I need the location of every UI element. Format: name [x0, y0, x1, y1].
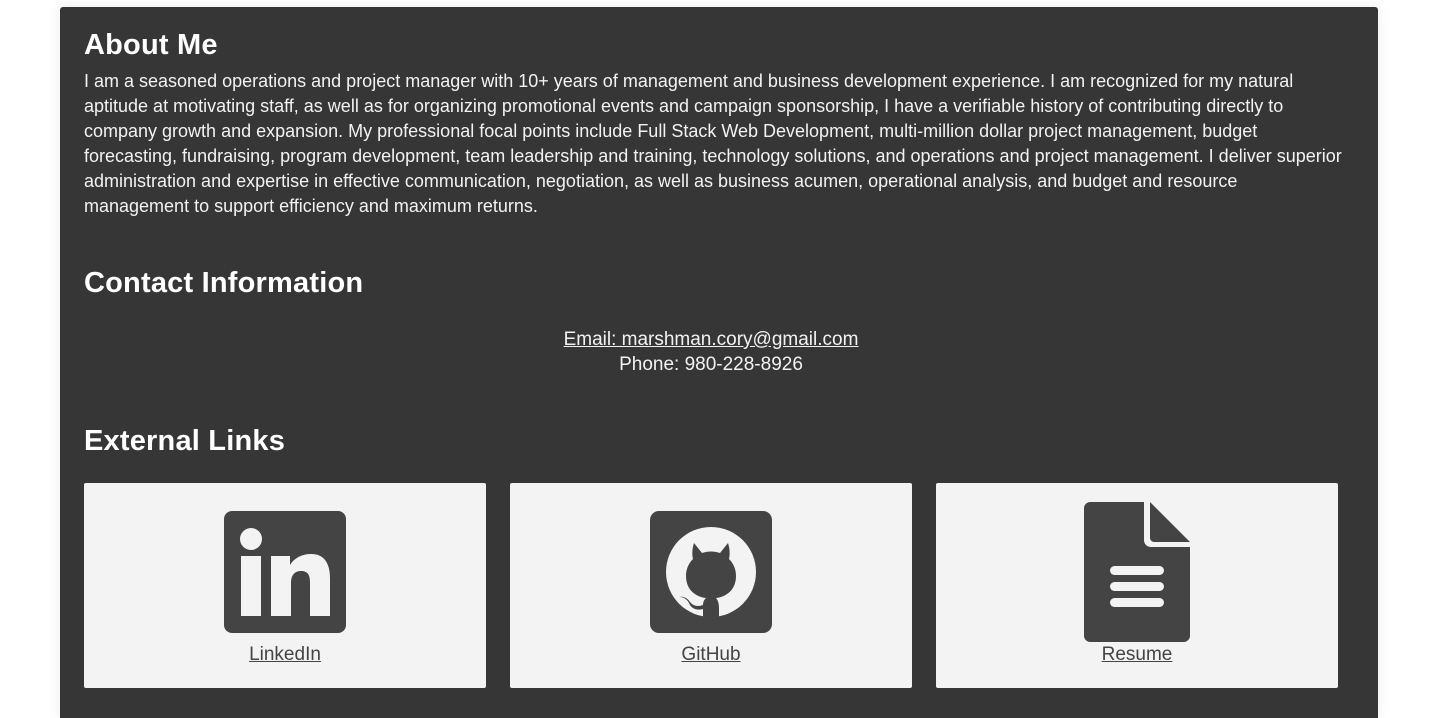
contact-details: Email: marshman.cory@gmail.com Phone: 98… — [84, 327, 1338, 377]
github-card[interactable]: GitHub — [510, 483, 912, 688]
contact-heading: Contact Information — [84, 267, 364, 299]
email-link[interactable]: Email: marshman.cory@gmail.com — [564, 329, 859, 350]
github-link[interactable]: GitHub — [510, 644, 912, 666]
resume-card[interactable]: Resume — [936, 483, 1338, 688]
linkedin-card[interactable]: LinkedIn — [84, 483, 486, 688]
github-icon — [650, 511, 772, 633]
linkedin-link[interactable]: LinkedIn — [84, 644, 486, 666]
external-links-heading: External Links — [84, 425, 286, 457]
phone-text: Phone: 980-228-8926 — [619, 354, 803, 375]
about-paragraph: I am a seasoned operations and project m… — [84, 71, 1342, 216]
about-heading: About Me — [84, 29, 218, 61]
document-icon — [1084, 502, 1190, 642]
external-links-grid: LinkedIn GitHub Resume — [84, 483, 1338, 688]
profile-panel: About Me I am a seasoned operations and … — [60, 7, 1378, 718]
resume-link[interactable]: Resume — [936, 644, 1338, 666]
linkedin-icon — [224, 511, 346, 633]
